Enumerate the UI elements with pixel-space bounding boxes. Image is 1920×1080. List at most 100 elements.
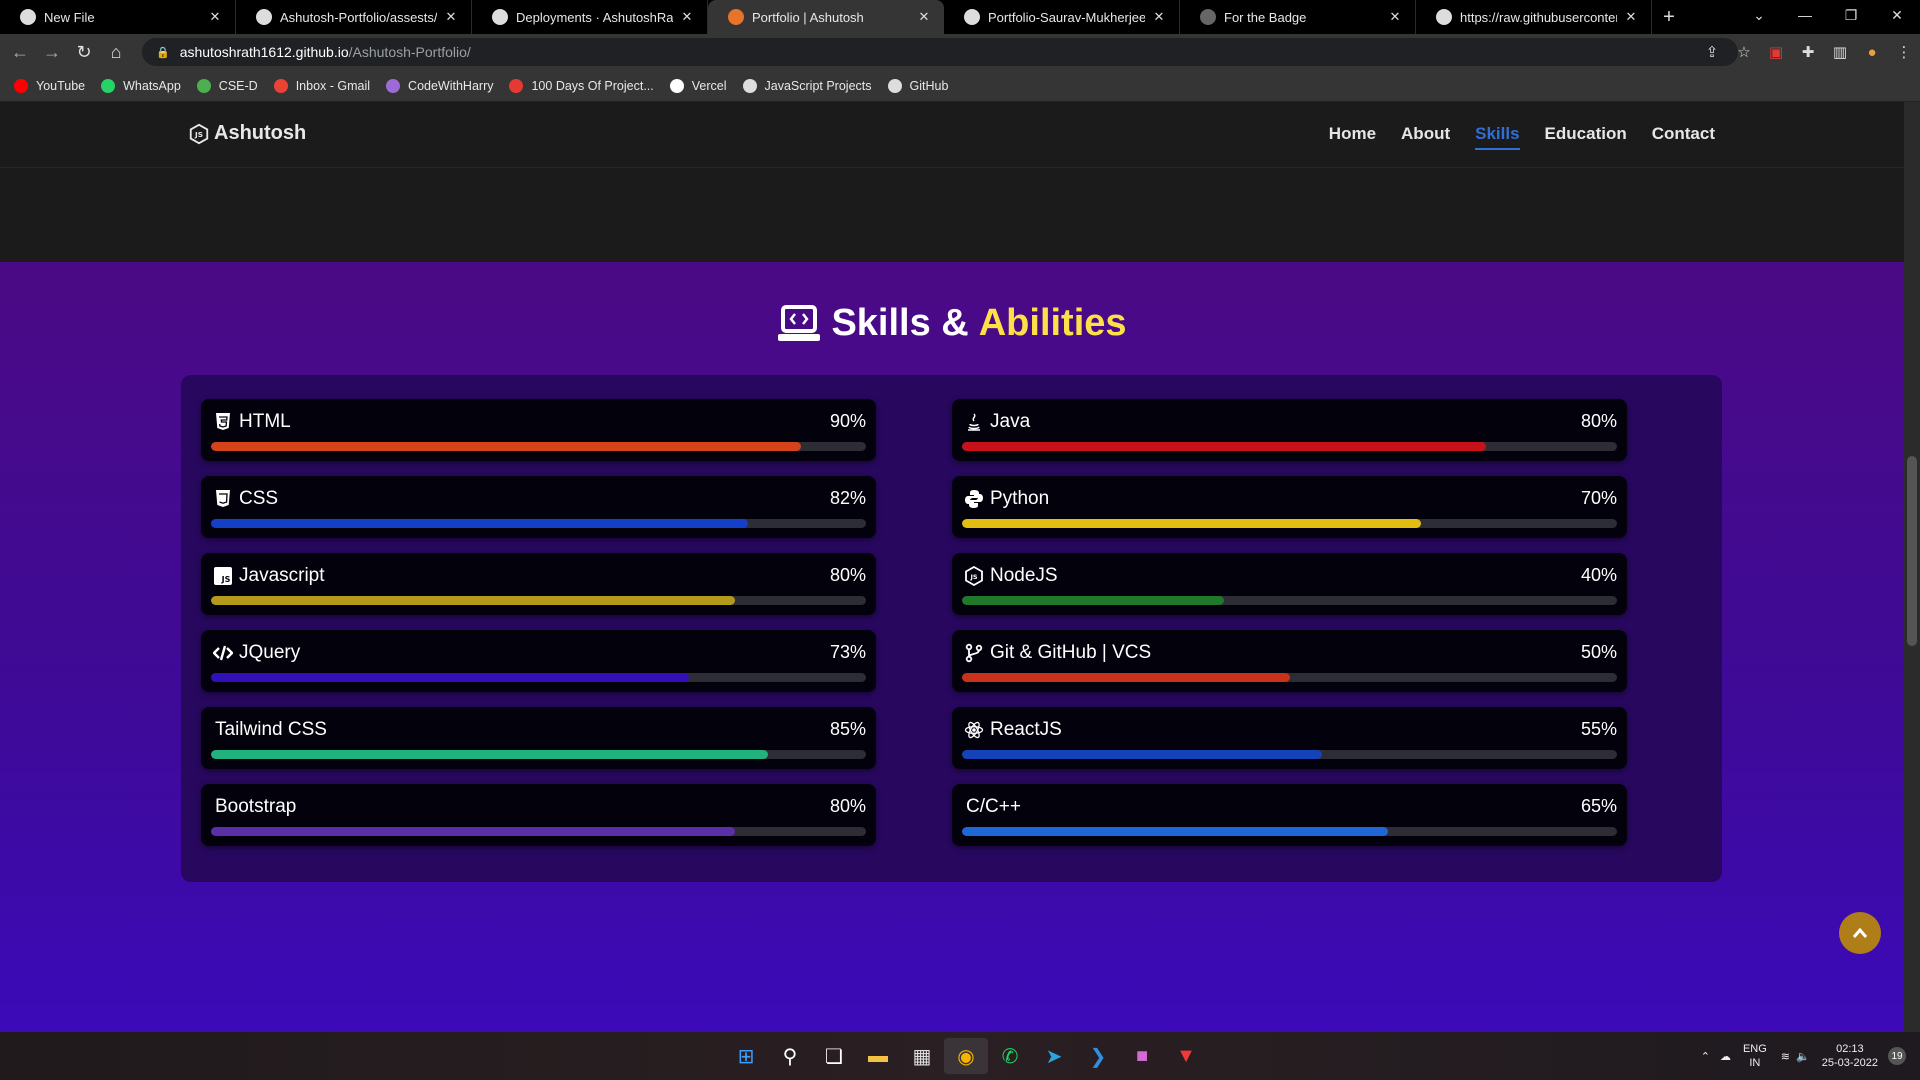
badge-icon bbox=[1200, 9, 1216, 25]
restore-icon[interactable]: ❐ bbox=[1828, 0, 1874, 30]
skill-percent: 70% bbox=[1580, 488, 1617, 508]
bookmark-icon bbox=[887, 78, 902, 93]
skill-bar-nodejs: JS NodeJS 40% bbox=[952, 553, 1627, 615]
globe-icon bbox=[1436, 9, 1452, 25]
language-indicator[interactable]: ENG IN bbox=[1743, 1042, 1767, 1070]
close-tab-icon[interactable]: ✕ bbox=[443, 9, 459, 25]
volume-icon[interactable]: 🔈 bbox=[1796, 1050, 1810, 1063]
share-icon[interactable]: ⇪ bbox=[1696, 36, 1728, 68]
bookmark-item[interactable]: Vercel bbox=[669, 78, 727, 93]
page-scrollbar[interactable] bbox=[1904, 102, 1920, 1032]
taskbar-apps: ⊞ ⚲ ❏ ▬ ▦ ◉ ✆ ➤ ❯ ■ ▼ bbox=[724, 1038, 1208, 1074]
reload-icon[interactable]: ↻ bbox=[68, 36, 100, 68]
chevron-up-tray-icon[interactable]: ⌃ bbox=[1701, 1050, 1710, 1063]
telegram-icon[interactable]: ➤ bbox=[1032, 1038, 1076, 1074]
skill-name: JS Javascript bbox=[213, 565, 325, 587]
skill-label: CSS bbox=[239, 488, 279, 509]
start-icon[interactable]: ⊞ bbox=[724, 1038, 768, 1074]
kebab-menu-icon[interactable]: ⋮ bbox=[1888, 36, 1920, 68]
skill-label: Java bbox=[990, 411, 1031, 432]
clock[interactable]: 02:13 25-03-2022 bbox=[1822, 1042, 1878, 1070]
skill-label: C/C++ bbox=[966, 796, 1021, 817]
skill-name: Git & GitHub | VCS bbox=[964, 642, 1151, 664]
chrome-icon[interactable]: ◉ bbox=[944, 1038, 988, 1074]
search-icon[interactable]: ⚲ bbox=[768, 1038, 812, 1074]
notification-badge[interactable]: 19 bbox=[1888, 1047, 1906, 1065]
close-tab-icon[interactable]: ✕ bbox=[207, 9, 223, 25]
nav-home[interactable]: Home bbox=[1329, 124, 1376, 150]
bookmark-item[interactable]: Inbox - Gmail bbox=[273, 78, 371, 93]
tab-search-icon[interactable]: ⌄ bbox=[1736, 0, 1782, 30]
react-icon bbox=[964, 720, 984, 740]
new-tab-icon[interactable]: + bbox=[1652, 0, 1686, 34]
profile-avatar[interactable]: ● bbox=[1856, 36, 1888, 68]
skill-label: JQuery bbox=[239, 642, 301, 663]
bookmark-item[interactable]: JavaScript Projects bbox=[742, 78, 872, 93]
browser-tab[interactable]: Portfolio-Saurav-Mukherjee/REA ✕ bbox=[944, 0, 1180, 34]
wifi-icon[interactable]: ≋ bbox=[1781, 1050, 1790, 1063]
intellij-icon[interactable]: ■ bbox=[1120, 1038, 1164, 1074]
forward-icon[interactable]: → bbox=[36, 36, 68, 68]
skill-label: Tailwind CSS bbox=[215, 719, 327, 740]
nav-about[interactable]: About bbox=[1401, 124, 1450, 150]
skill-progress-track bbox=[962, 827, 1617, 836]
store-icon[interactable]: ▦ bbox=[900, 1038, 944, 1074]
onedrive-icon[interactable]: ☁ bbox=[1720, 1050, 1731, 1063]
svg-text:JS: JS bbox=[969, 573, 977, 581]
nav-skills[interactable]: Skills bbox=[1475, 124, 1520, 150]
close-tab-icon[interactable]: ✕ bbox=[1387, 9, 1403, 25]
skill-progress-fill bbox=[962, 596, 1224, 605]
skill-name: JS NodeJS bbox=[964, 565, 1058, 587]
close-window-icon[interactable]: ✕ bbox=[1874, 0, 1920, 30]
skill-name: Java bbox=[964, 411, 1030, 433]
browser-tab[interactable]: Deployments · AshutoshRath16 ✕ bbox=[472, 0, 708, 34]
scroll-to-top-button[interactable] bbox=[1839, 912, 1881, 954]
minimize-icon[interactable]: — bbox=[1782, 0, 1828, 30]
sidepanel-icon[interactable]: ▥ bbox=[1824, 36, 1856, 68]
nav-contact[interactable]: Contact bbox=[1652, 124, 1715, 150]
puzzle-icon[interactable]: ✚ bbox=[1792, 36, 1824, 68]
bookmark-item[interactable]: CSE-D bbox=[196, 78, 258, 93]
browser-tab[interactable]: https://raw.githubusercontent.co ✕ bbox=[1416, 0, 1652, 34]
vscode-icon[interactable]: ❯ bbox=[1076, 1038, 1120, 1074]
close-tab-icon[interactable]: ✕ bbox=[1623, 9, 1639, 25]
skill-name: Python bbox=[964, 488, 1049, 510]
bookmark-item[interactable]: WhatsApp bbox=[101, 78, 181, 93]
close-tab-icon[interactable]: ✕ bbox=[1151, 9, 1167, 25]
skill-progress-track bbox=[211, 519, 866, 528]
bookmark-item[interactable]: 100 Days Of Project... bbox=[509, 78, 654, 93]
bookmark-label: Inbox - Gmail bbox=[295, 78, 371, 93]
skill-progress-track bbox=[962, 596, 1617, 605]
bookmark-item[interactable]: YouTube bbox=[14, 78, 85, 93]
whatsapp-icon[interactable]: ✆ bbox=[988, 1038, 1032, 1074]
star-icon[interactable]: ☆ bbox=[1728, 36, 1760, 68]
extension-new-icon[interactable]: ▣ bbox=[1760, 36, 1792, 68]
task-view-icon[interactable]: ❏ bbox=[812, 1038, 856, 1074]
address-bar[interactable]: 🔒 ashutoshrath1612.github.io /Ashutosh-P… bbox=[142, 38, 1738, 66]
bookmark-item[interactable]: GitHub bbox=[887, 78, 948, 93]
bookmark-item[interactable]: CodeWithHarry bbox=[386, 78, 494, 93]
browser-tab[interactable]: Ashutosh-Portfolio/assests/imag ✕ bbox=[236, 0, 472, 34]
browser-tab[interactable]: For the Badge ✕ bbox=[1180, 0, 1416, 34]
close-tab-icon[interactable]: ✕ bbox=[916, 9, 932, 25]
home-icon[interactable]: ⌂ bbox=[100, 36, 132, 68]
skill-progress-track bbox=[211, 673, 866, 682]
bookmark-icon bbox=[386, 78, 401, 93]
lock-icon[interactable]: 🔒 bbox=[156, 46, 170, 59]
skill-percent: 90% bbox=[829, 411, 866, 431]
back-icon[interactable]: ← bbox=[4, 36, 36, 68]
skill-name: ReactJS bbox=[964, 719, 1062, 741]
bookmark-label: CodeWithHarry bbox=[408, 78, 494, 93]
file-explorer-icon[interactable]: ▬ bbox=[856, 1038, 900, 1074]
nav-education[interactable]: Education bbox=[1545, 124, 1627, 150]
scrollbar-thumb[interactable] bbox=[1907, 456, 1917, 646]
browser-tab[interactable]: New File ✕ bbox=[0, 0, 236, 34]
browser-tab[interactable]: Portfolio | Ashutosh ✕ bbox=[708, 0, 944, 34]
site-brand[interactable]: JS Ashutosh bbox=[188, 122, 306, 145]
skill-bar-css: CSS 82% bbox=[201, 476, 876, 538]
skill-progress-track bbox=[211, 442, 866, 451]
lang-label: ENG bbox=[1742, 1043, 1767, 1055]
close-tab-icon[interactable]: ✕ bbox=[679, 9, 695, 25]
vivaldi-icon[interactable]: ▼ bbox=[1164, 1038, 1208, 1074]
skill-progress-track bbox=[962, 519, 1617, 528]
